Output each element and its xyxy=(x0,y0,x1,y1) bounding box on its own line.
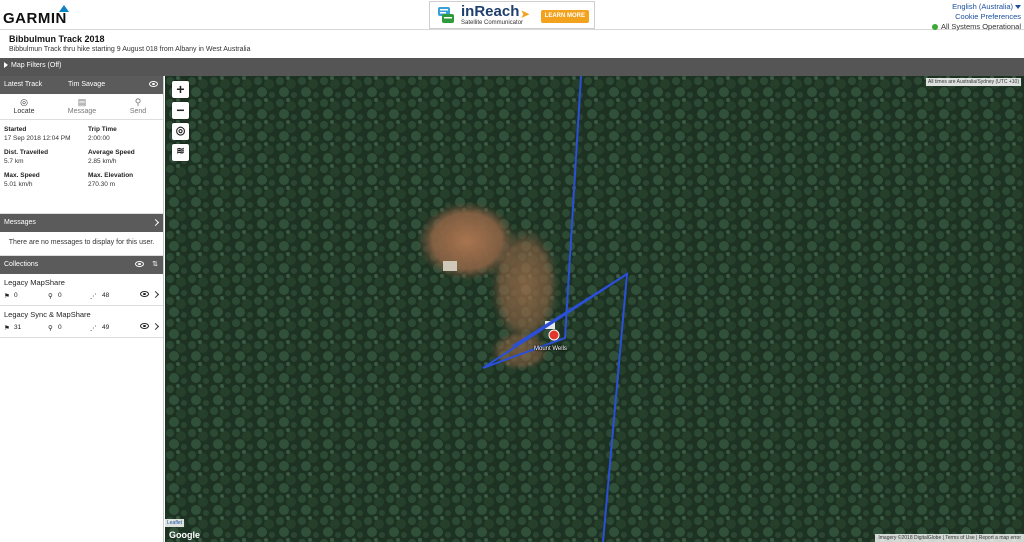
stat-value: 5.01 km/h xyxy=(4,181,33,188)
system-status-label: All Systems Operational xyxy=(940,22,1021,31)
header-links: English (Australia) Cookie Preferences A… xyxy=(931,2,1021,32)
collection-name: Legacy MapShare xyxy=(4,278,65,287)
stat-max-elevation: Max. Elevation 270.30 m xyxy=(88,171,133,189)
message-button[interactable]: ▤ Message xyxy=(62,97,102,115)
messages-header[interactable]: Messages xyxy=(0,214,163,232)
target-icon: ◎ xyxy=(20,97,28,107)
latest-track-header[interactable]: Latest Track Tim Savage xyxy=(0,76,163,94)
waypoint-icon: ⚲ xyxy=(48,293,53,300)
stat-value: 5.7 km xyxy=(4,158,24,165)
caret-right-icon xyxy=(4,62,8,69)
eye-icon[interactable] xyxy=(140,285,149,303)
flag-icon: ⚑ xyxy=(4,293,10,300)
eye-icon[interactable] xyxy=(140,317,149,335)
waypoint-count: 0 xyxy=(58,324,62,331)
stat-value: 270.30 m xyxy=(88,181,116,188)
language-selector[interactable]: English (Australia) xyxy=(932,2,1021,12)
inreach-device-icon xyxy=(438,7,454,23)
stat-value: 2:00:00 xyxy=(88,135,110,142)
message-icon: ▤ xyxy=(77,97,87,107)
cookie-preferences-link[interactable]: Cookie Preferences xyxy=(932,12,1021,22)
collections-header: Collections ⇅ xyxy=(0,256,163,274)
message-label: Message xyxy=(67,108,97,115)
logo-text: GARMIN xyxy=(3,10,67,27)
track-icon: ⋰ xyxy=(90,293,97,300)
top-header: GARMIN inReach ➤ Satellite Communicator … xyxy=(0,0,1024,32)
map-filters-label: Map Filters (Off) xyxy=(11,62,62,69)
flag-icon: ⚑ xyxy=(4,325,10,332)
page-title: Bibbulmun Track 2018 xyxy=(9,34,105,44)
satellite-map[interactable]: + − ◎ ≋ All times are Australia/Sydney (… xyxy=(165,76,1024,542)
stat-label: Average Speed xyxy=(88,149,135,156)
send-button[interactable]: ⚲ Send xyxy=(118,97,158,115)
google-logo: Google xyxy=(169,530,200,540)
leaflet-link[interactable]: Leaflet xyxy=(165,519,185,527)
learn-more-button[interactable]: LEARN MORE xyxy=(540,10,589,23)
ad-subtitle: Satellite Communicator xyxy=(461,20,524,26)
messages-empty-text: There are no messages to display for thi… xyxy=(0,232,163,256)
waypoint-count: 0 xyxy=(58,292,62,299)
collection-name: Legacy Sync & MapShare xyxy=(4,310,91,319)
map-filters-toggle[interactable]: Map Filters (Off) xyxy=(4,62,61,69)
stat-max-speed: Max. Speed 5.01 km/h xyxy=(4,171,40,189)
inreach-ad-banner[interactable]: inReach ➤ Satellite Communicator LEARN M… xyxy=(429,1,595,29)
zoom-out-button[interactable]: − xyxy=(172,102,189,119)
stat-distance: Dist. Travelled 5.7 km xyxy=(4,148,48,166)
track-actions: ◎ Locate ▤ Message ⚲ Send xyxy=(0,94,163,120)
flag-count: 0 xyxy=(14,292,18,299)
layers-button[interactable]: ≋ xyxy=(172,144,189,161)
track-count: 48 xyxy=(102,292,110,299)
garmin-logo[interactable]: GARMIN xyxy=(3,5,83,27)
bolt-icon: ➤ xyxy=(520,7,531,21)
visibility-toggle[interactable] xyxy=(149,76,158,94)
user-name: Tim Savage xyxy=(68,81,106,88)
stat-average-speed: Average Speed 2.85 km/h xyxy=(88,148,135,166)
track-stats: Started 17 Sep 2018 12:04 PM Trip Time 2… xyxy=(0,120,163,214)
locate-label: Locate xyxy=(13,108,35,115)
stat-label: Max. Elevation xyxy=(88,172,134,179)
language-label: English (Australia) xyxy=(952,2,1013,11)
locate-button[interactable]: ◎ Locate xyxy=(4,97,44,115)
page-subtitle: Bibbulmun Track thru hike starting 9 Aug… xyxy=(9,46,251,53)
collection-item[interactable]: Legacy MapShare ⚑ 0 ⚲ 0 ⋰ 48 xyxy=(0,274,163,306)
chevron-right-icon xyxy=(151,214,160,232)
flag-count: 31 xyxy=(14,324,22,331)
collections-heading: Collections xyxy=(4,261,39,268)
ad-title: inReach xyxy=(461,3,520,20)
waypoint-label[interactable]: Mount Wells xyxy=(534,346,567,352)
locate-me-button[interactable]: ◎ xyxy=(172,123,189,140)
zoom-in-button[interactable]: + xyxy=(172,81,189,98)
stat-started: Started 17 Sep 2018 12:04 PM xyxy=(4,125,71,143)
stat-label: Dist. Travelled xyxy=(4,149,49,156)
collections-tools: ⇅ xyxy=(135,256,158,274)
track-count: 49 xyxy=(102,324,110,331)
map-attribution[interactable]: Imagery ©2018 DigitalGlobe | Terms of Us… xyxy=(875,534,1024,542)
collection-item[interactable]: Legacy Sync & MapShare ⚑ 31 ⚲ 0 ⋰ 49 xyxy=(0,306,163,338)
waypoint-icon: ⚲ xyxy=(48,325,53,332)
timezone-note: All times are Australia/Sydney (UTC +10) xyxy=(925,78,1021,86)
eye-icon[interactable] xyxy=(135,261,145,268)
stat-value: 2.85 km/h xyxy=(88,158,117,165)
app-root: GARMIN inReach ➤ Satellite Communicator … xyxy=(0,0,1024,542)
stat-label: Trip Time xyxy=(88,126,117,133)
chevron-down-icon xyxy=(1015,5,1021,10)
stat-value: 17 Sep 2018 12:04 PM xyxy=(4,135,71,142)
eye-icon xyxy=(149,81,158,88)
chevron-right-icon[interactable] xyxy=(151,286,160,304)
status-dot-icon xyxy=(931,24,938,31)
latest-track-heading: Latest Track xyxy=(4,81,43,88)
stat-label: Max. Speed xyxy=(4,172,40,179)
sidebar: Latest Track Tim Savage ◎ Locate ▤ Messa… xyxy=(0,76,164,542)
send-label: Send xyxy=(129,108,147,115)
page-title-area: Bibbulmun Track 2018 Bibbulmun Track thr… xyxy=(0,31,1024,58)
map-filters-bar: Map Filters (Off) xyxy=(0,58,1024,76)
messages-heading: Messages xyxy=(4,219,36,226)
stat-trip-time: Trip Time 2:00:00 xyxy=(88,125,117,143)
stat-label: Started xyxy=(4,126,27,133)
satellite-imagery xyxy=(165,76,1024,542)
sort-icon[interactable]: ⇅ xyxy=(152,261,158,268)
track-icon: ⋰ xyxy=(90,325,97,332)
pin-icon: ⚲ xyxy=(134,97,142,107)
chevron-right-icon[interactable] xyxy=(151,318,160,336)
